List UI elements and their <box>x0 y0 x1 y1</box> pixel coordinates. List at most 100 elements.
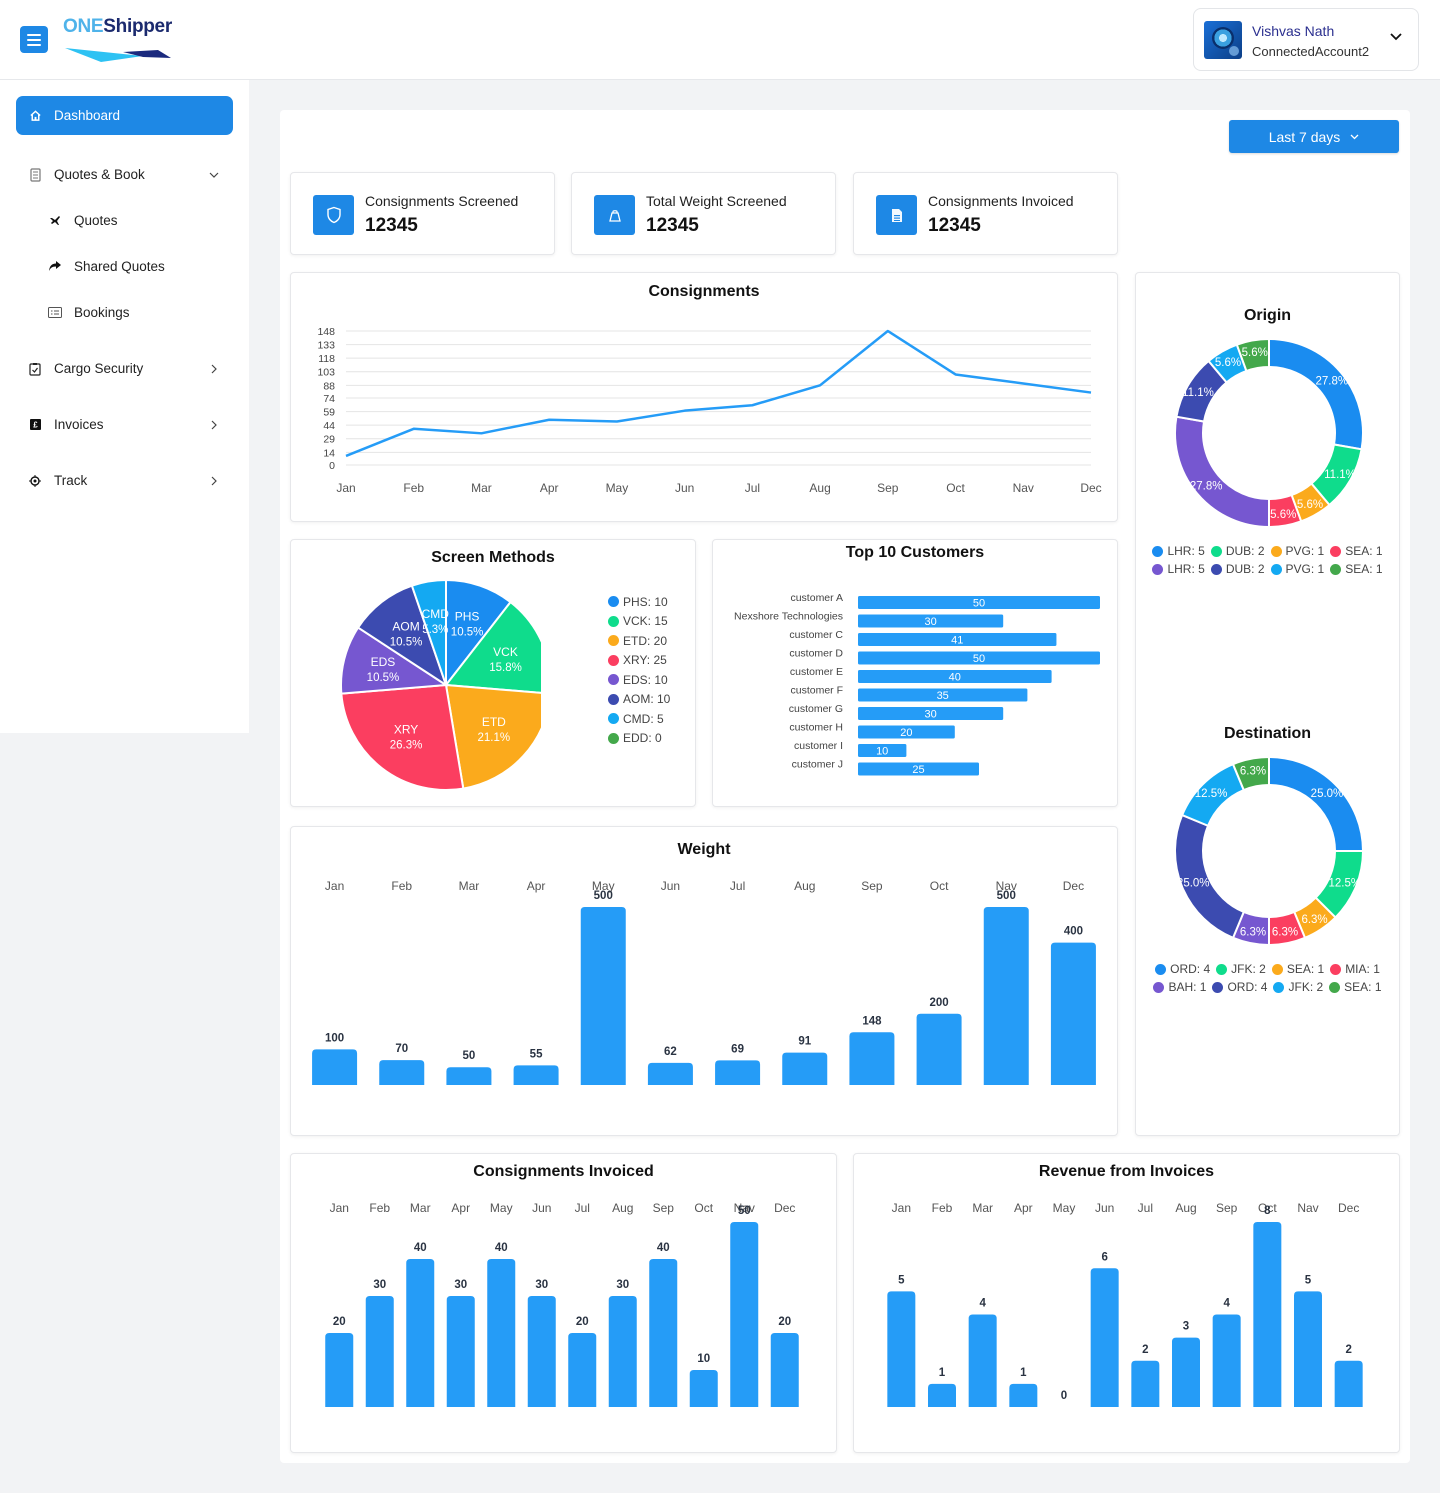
legend-item[interactable]: DUB: 2 <box>1210 543 1265 560</box>
sidebar-item-quotes-book[interactable]: Quotes & Book <box>16 155 233 194</box>
sidebar-item-bookings[interactable]: Bookings <box>40 297 233 327</box>
bar-value-label: 1 <box>1020 1367 1027 1379</box>
x-tick-label: Sep <box>861 879 883 893</box>
bar <box>446 1067 492 1085</box>
x-tick-label: Feb <box>369 1201 390 1215</box>
slice-percent: 21.1% <box>478 732 511 744</box>
document-icon <box>28 167 42 182</box>
bar-value-label: 20 <box>778 1316 791 1328</box>
hamburger-icon[interactable] <box>20 26 48 53</box>
legend-label: DUB: 2 <box>1225 544 1265 558</box>
y-tick-label: customer I <box>794 740 843 752</box>
period-label: Last 7 days <box>1268 128 1341 145</box>
legend-item[interactable]: BAH: 1 <box>1153 979 1206 996</box>
x-tick-label: Dec <box>1063 879 1084 893</box>
y-tick-label: 29 <box>323 434 335 446</box>
logo[interactable]: ONEShipper <box>63 16 183 64</box>
share-arrow-icon <box>48 259 62 273</box>
x-tick-label: May <box>1053 1201 1076 1215</box>
bar-value-label: 50 <box>463 1050 476 1062</box>
consignments-chart-card: Consignments 0 14 29 44 59 74 88 103 118 133 148 Ja… <box>290 272 1118 522</box>
legend-label: PVG: 1 <box>1285 562 1325 577</box>
top-header: ONEShipper Vishvas Nath ConnectedAccount… <box>0 0 1440 80</box>
legend-item[interactable]: PHS: 10 <box>608 592 670 612</box>
legend-label: EDD: 0 <box>623 731 662 746</box>
slice-label: CMD <box>422 607 450 621</box>
legend-marker <box>608 635 619 647</box>
x-tick-label: Jan <box>330 1201 349 1215</box>
x-tick-label: Feb <box>932 1201 953 1215</box>
bar-value-label: 4 <box>1223 1298 1230 1310</box>
sidebar-item-dashboard[interactable]: Dashboard <box>16 96 233 135</box>
bar-value-label: 30 <box>924 616 936 628</box>
x-tick-label: Jan <box>892 1201 911 1215</box>
legend-item[interactable]: PVG: 1 <box>1270 561 1325 578</box>
legend-label: MIA: 1 <box>1345 962 1380 976</box>
x-tick-label: Sep <box>877 481 899 495</box>
slice-percent: 27.8% <box>1316 375 1349 387</box>
legend-item[interactable]: EDD: 0 <box>608 729 670 749</box>
bar-value-label: 50 <box>738 1205 751 1217</box>
legend-item[interactable]: XRY: 25 <box>608 651 670 671</box>
target-icon <box>28 474 42 488</box>
bar <box>968 1314 997 1407</box>
legend-item[interactable]: LHR: 5 <box>1152 561 1205 578</box>
bar-value-label: 30 <box>373 1279 386 1291</box>
x-tick-label: Nav <box>1297 1201 1318 1215</box>
legend-item[interactable]: LHR: 5 <box>1152 543 1205 560</box>
slice-percent: 5.6% <box>1242 347 1268 359</box>
legend-label: JFK: 2 <box>1231 962 1266 976</box>
legend-item[interactable]: AOM: 10 <box>608 690 670 710</box>
legend-label: VCK: 15 <box>623 614 668 629</box>
weight-bar-chart: Jan100Feb70Mar50Apr55May500Jun62Jul69Aug… <box>312 879 1096 1085</box>
chevron-down-icon <box>209 170 219 180</box>
legend-item[interactable]: CMD: 5 <box>608 709 670 729</box>
bar <box>487 1259 516 1407</box>
legend-marker <box>1210 545 1222 557</box>
bar <box>1009 1383 1038 1407</box>
sidebar-item-cargo-security[interactable]: Cargo Security <box>16 349 233 388</box>
x-tick-label: Dec <box>1080 481 1101 495</box>
legend-item[interactable]: ORD: 4 <box>1212 979 1267 996</box>
bar-value-label: 40 <box>414 1242 427 1254</box>
sidebar-item-quotes[interactable]: Quotes <box>40 205 233 235</box>
sidebar-item-invoices[interactable]: £ Invoices <box>16 405 233 444</box>
account-switcher[interactable]: Vishvas Nath ConnectedAccount2 <box>1193 8 1419 71</box>
legend-item[interactable]: VCK: 15 <box>608 612 670 632</box>
y-tick-label: customer A <box>790 592 843 604</box>
legend-item[interactable]: JFK: 2 <box>1273 979 1323 996</box>
period-dropdown[interactable]: Last 7 days <box>1229 120 1399 153</box>
chevron-right-icon <box>209 420 219 430</box>
legend-item[interactable]: ORD: 4 <box>1155 961 1210 978</box>
legend-label: DUB: 2 <box>1225 562 1265 577</box>
home-icon <box>28 109 42 123</box>
slice-label: VCK <box>493 645 518 659</box>
legend-item[interactable]: SEA: 1 <box>1271 961 1324 978</box>
x-tick-label: Jul <box>745 481 760 495</box>
legend-item[interactable]: SEA: 1 <box>1329 979 1382 996</box>
legend-item[interactable]: SEA: 1 <box>1330 543 1383 560</box>
sidebar-item-shared-quotes[interactable]: Shared Quotes <box>40 251 233 281</box>
pound-icon: £ <box>28 418 42 432</box>
legend-item[interactable]: MIA: 1 <box>1330 961 1380 978</box>
legend-label: ETD: 20 <box>623 633 668 648</box>
chevron-down-icon[interactable] <box>1388 29 1404 45</box>
bar-value-label: 40 <box>495 1242 508 1254</box>
x-tick-label: Jun <box>532 1201 551 1215</box>
sidebar-item-track[interactable]: Track <box>16 461 233 500</box>
slice-percent: 11.1% <box>1182 387 1214 399</box>
x-tick-label: Jul <box>730 879 745 893</box>
clipboard-check-icon <box>28 362 42 376</box>
origin-legend: LHR: 5 DUB: 2 PVG: 1 SEA: 1 LHR: 5 DUB: 2 PVG:… <box>1136 543 1399 580</box>
x-tick-label: Apr <box>1014 1201 1033 1215</box>
legend-item[interactable]: ETD: 20 <box>608 631 670 651</box>
legend-item[interactable]: SEA: 1 <box>1330 561 1383 578</box>
bar-value-label: 10 <box>697 1353 710 1365</box>
legend-item[interactable]: EDS: 10 <box>608 670 670 690</box>
legend-item[interactable]: DUB: 2 <box>1210 561 1265 578</box>
legend-item[interactable]: JFK: 2 <box>1216 961 1266 978</box>
bar <box>580 907 626 1085</box>
legend-item[interactable]: PVG: 1 <box>1270 543 1324 560</box>
legend-marker <box>1330 564 1342 575</box>
stat-card-consignments-screened: Consignments Screened 12345 <box>290 172 555 255</box>
